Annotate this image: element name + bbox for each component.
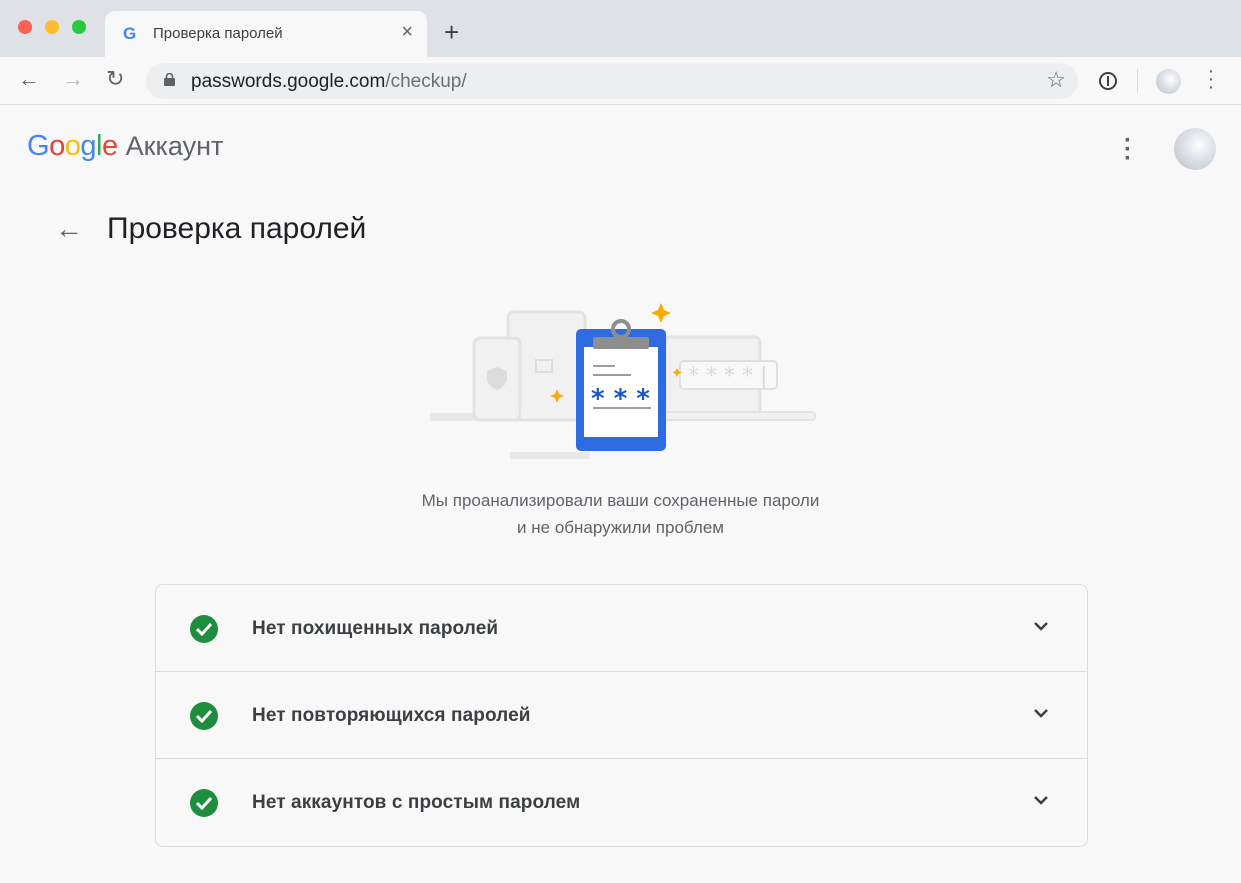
google-logo: Google — [27, 130, 118, 162]
check-circle-icon — [190, 702, 218, 730]
password-checkup-illustration: * * * * | * * * — [430, 303, 816, 459]
reload-icon[interactable]: ↻ — [106, 66, 124, 92]
checkup-results-list: Нет похищенных паролей Нет повторяющихся… — [155, 584, 1088, 847]
check-circle-icon — [190, 615, 218, 643]
page-title: Проверка паролей — [107, 212, 367, 245]
checkup-row-compromised[interactable]: Нет похищенных паролей — [156, 585, 1087, 672]
message-line: Мы проанализировали ваши сохраненные пар… — [421, 491, 820, 510]
row-label: Нет повторяющихся паролей — [252, 705, 531, 726]
maximize-window-button[interactable] — [72, 20, 86, 34]
result-message: Мы проанализировали ваши сохраненные пар… — [0, 487, 1241, 541]
chevron-down-icon[interactable] — [1033, 621, 1049, 631]
row-label: Нет аккаунтов с простым паролем — [252, 792, 581, 813]
browser-tab[interactable]: G Проверка паролей × — [105, 11, 427, 57]
svg-text:* * * * |: * * * * | — [688, 364, 767, 389]
message-line: и не обнаружили проблем — [517, 518, 724, 537]
close-window-button[interactable] — [18, 20, 32, 34]
google-account-logo[interactable]: Google Аккаунт — [27, 130, 223, 163]
check-circle-icon — [190, 789, 218, 817]
back-arrow-icon[interactable]: ← — [18, 66, 40, 92]
close-tab-icon[interactable]: × — [401, 21, 413, 44]
tab-strip: G Проверка паролей × + — [0, 0, 1241, 57]
password-manager-extension-icon[interactable] — [1098, 71, 1118, 91]
back-arrow-icon[interactable]: ← — [55, 213, 83, 245]
google-favicon-icon: G — [123, 24, 137, 43]
forward-arrow-icon[interactable]: → — [62, 66, 84, 92]
minimize-window-button[interactable] — [45, 20, 59, 34]
checkup-row-weak[interactable]: Нет аккаунтов с простым паролем — [156, 759, 1087, 846]
more-options-icon[interactable]: · · · — [1122, 129, 1134, 171]
browser-toolbar: ← → ↻ passwords.google.com/checkup/ ☆ · ·… — [0, 57, 1241, 105]
profile-avatar[interactable] — [1156, 69, 1181, 94]
svg-text:* * *: * * * — [591, 384, 650, 414]
divider — [1137, 69, 1138, 93]
lock-icon — [164, 73, 175, 86]
account-avatar[interactable] — [1174, 128, 1216, 170]
address-bar[interactable]: passwords.google.com/checkup/ ☆ — [146, 63, 1078, 99]
row-label: Нет похищенных паролей — [252, 618, 499, 639]
product-name: Аккаунт — [125, 131, 224, 161]
tab-title: Проверка паролей — [153, 25, 283, 42]
url-text: passwords.google.com/checkup/ — [191, 71, 467, 92]
browser-menu-icon[interactable]: · · · — [1206, 61, 1216, 97]
new-tab-button[interactable]: + — [444, 17, 459, 48]
bookmark-star-icon[interactable]: ☆ — [1046, 67, 1066, 93]
chevron-down-icon[interactable] — [1033, 795, 1049, 805]
checkup-row-reused[interactable]: Нет повторяющихся паролей — [156, 672, 1087, 759]
chevron-down-icon[interactable] — [1033, 708, 1049, 718]
